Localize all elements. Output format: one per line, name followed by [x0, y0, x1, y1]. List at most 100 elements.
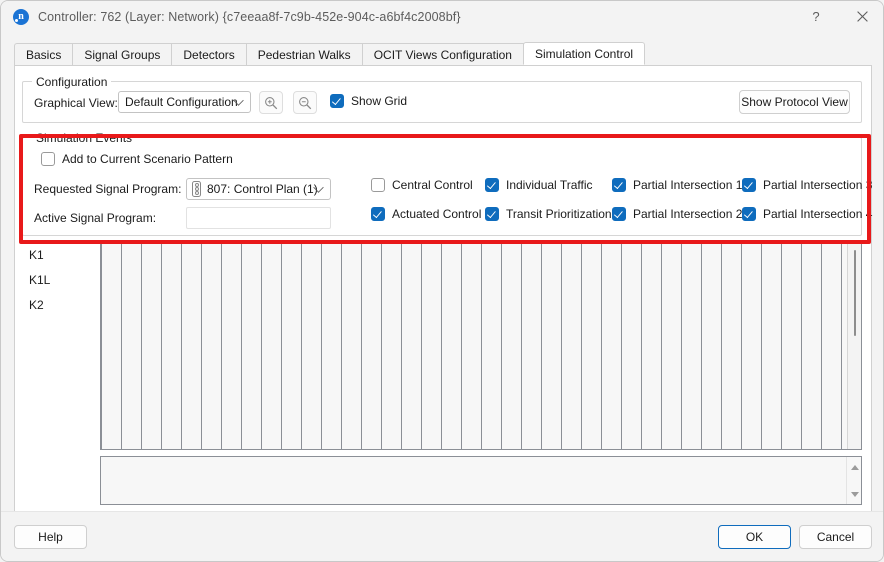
requested-signal-program-combo[interactable]: 807: Control Plan (1)	[186, 178, 331, 200]
simulation-events-group-legend: Simulation Events	[32, 131, 137, 145]
add-to-current-scenario-pattern-label: Add to Current Scenario Pattern	[62, 152, 233, 166]
requested-signal-program-value: 807: Control Plan (1)	[207, 182, 318, 196]
partial-intersection-1-checkbox[interactable]: Partial Intersection 1	[612, 178, 742, 192]
individual-traffic-label: Individual Traffic	[506, 178, 593, 192]
simulation-control-tab-page: Configuration Graphical View: Default Co…	[14, 65, 872, 512]
check-icon	[614, 179, 623, 189]
active-signal-program-label: Active Signal Program:	[34, 211, 157, 225]
title-bar: n Controller: 762 (Layer: Network) {c7ee…	[1, 1, 883, 33]
individual-traffic-checkbox[interactable]: Individual Traffic	[485, 178, 593, 192]
signal-group-name: K1	[29, 248, 44, 262]
check-icon	[744, 208, 753, 218]
signal-group-name: K1L	[29, 273, 51, 287]
dialog-footer: Help OK Cancel	[1, 511, 883, 561]
active-signal-program-value	[187, 208, 330, 214]
app-icon-letter: n	[18, 11, 24, 22]
tab-label: Simulation Control	[534, 46, 634, 61]
ok-button-label: OK	[745, 530, 764, 544]
graphical-view-combo[interactable]: Default Configuration	[118, 91, 251, 113]
check-icon	[487, 179, 496, 189]
requested-signal-program-label: Requested Signal Program:	[34, 182, 182, 196]
active-signal-program-field[interactable]	[186, 207, 331, 229]
question-mark-icon: ?	[812, 9, 820, 24]
controller-dialog-window: n Controller: 762 (Layer: Network) {c7ee…	[0, 0, 884, 562]
partial-intersection-2-label: Partial Intersection 2	[633, 207, 743, 221]
checkbox-box	[371, 178, 385, 192]
tab-label: OCIT Views Configuration	[373, 47, 512, 62]
tab-simulation-control[interactable]: Simulation Control	[522, 42, 646, 65]
central-control-label: Central Control	[392, 178, 473, 192]
ok-button[interactable]: OK	[718, 525, 791, 549]
scroll-up-button[interactable]	[847, 459, 862, 475]
show-grid-checkbox[interactable]: Show Grid	[330, 94, 407, 108]
tab-ocit-views-configuration[interactable]: OCIT Views Configuration	[361, 43, 524, 65]
configuration-group: Configuration Graphical View: Default Co…	[22, 75, 862, 123]
help-button[interactable]: Help	[14, 525, 87, 549]
grid-lines	[101, 244, 861, 449]
grid-vertical-scrollbar[interactable]	[847, 244, 861, 449]
tab-label: Basics	[26, 47, 62, 62]
scroll-down-button[interactable]	[847, 486, 862, 502]
check-icon	[614, 208, 623, 218]
zoom-in-button[interactable]	[259, 91, 283, 114]
actuated-control-checkbox[interactable]: Actuated Control	[371, 207, 481, 221]
checkbox-box	[41, 152, 55, 166]
cancel-button-label: Cancel	[816, 530, 855, 544]
checkbox-box	[612, 178, 626, 192]
tab-signal-groups[interactable]: Signal Groups	[72, 43, 172, 65]
magnifier-plus-icon	[265, 96, 278, 109]
partial-intersection-4-label: Partial Intersection 4	[763, 207, 873, 221]
signal-detail-panel[interactable]	[100, 456, 862, 505]
check-icon	[487, 208, 496, 218]
magnifier-minus-icon	[299, 96, 312, 109]
partial-intersection-3-checkbox[interactable]: Partial Intersection 3	[742, 178, 872, 192]
show-grid-label: Show Grid	[351, 94, 408, 108]
configuration-group-legend: Configuration	[32, 75, 112, 89]
graphical-view-value: Default Configuration	[125, 95, 238, 109]
partial-intersection-3-label: Partial Intersection 3	[763, 178, 873, 192]
check-icon	[332, 95, 341, 105]
checkbox-box	[742, 178, 756, 192]
show-protocol-view-button[interactable]: Show Protocol View	[739, 90, 850, 114]
titlebar-help-button[interactable]: ?	[793, 1, 839, 32]
traffic-light-icon	[192, 181, 201, 197]
checkbox-box	[330, 94, 344, 108]
simulation-events-group: Simulation Events Add to Current Scenari…	[22, 131, 872, 236]
zoom-out-button[interactable]	[293, 91, 317, 114]
close-icon	[856, 11, 868, 22]
triangle-down-icon	[850, 491, 859, 497]
transit-prioritization-checkbox[interactable]: Transit Prioritization	[485, 207, 612, 221]
detail-panel-scrollbar[interactable]	[846, 457, 861, 504]
checkbox-box	[485, 178, 499, 192]
tab-basics[interactable]: Basics	[14, 43, 73, 65]
signal-group-name-column: K1 K1L K2	[22, 243, 93, 450]
tab-label: Detectors	[183, 47, 235, 62]
signal-program-chart: K1 K1L K2	[22, 243, 862, 505]
tab-detectors[interactable]: Detectors	[171, 43, 246, 65]
partial-intersection-4-checkbox[interactable]: Partial Intersection 4	[742, 207, 872, 221]
window-title: Controller: 762 (Layer: Network) {c7eeaa…	[38, 10, 461, 24]
app-icon: n	[13, 9, 29, 25]
checkbox-box	[612, 207, 626, 221]
checkbox-box	[742, 207, 756, 221]
signal-timing-grid[interactable]	[100, 243, 862, 450]
tab-label: Signal Groups	[84, 47, 161, 62]
tab-pedestrian-walks[interactable]: Pedestrian Walks	[245, 43, 362, 65]
tab-label: Pedestrian Walks	[257, 47, 351, 62]
partial-intersection-2-checkbox[interactable]: Partial Intersection 2	[612, 207, 742, 221]
signal-group-name: K2	[29, 298, 44, 312]
partial-intersection-1-label: Partial Intersection 1	[633, 178, 743, 192]
tab-strip: Basics Signal Groups Detectors Pedestria…	[14, 42, 646, 65]
cancel-button[interactable]: Cancel	[799, 525, 872, 549]
help-button-label: Help	[38, 530, 63, 544]
scrollbar-thumb[interactable]	[854, 250, 856, 336]
titlebar-close-button[interactable]	[839, 1, 883, 32]
triangle-up-icon	[850, 464, 859, 470]
app-icon-dot	[15, 19, 18, 22]
show-protocol-view-label: Show Protocol View	[741, 95, 848, 109]
check-icon	[373, 208, 382, 218]
central-control-checkbox[interactable]: Central Control	[371, 178, 473, 192]
add-to-current-scenario-pattern-checkbox[interactable]: Add to Current Scenario Pattern	[41, 152, 233, 166]
transit-prioritization-label: Transit Prioritization	[506, 207, 612, 221]
checkbox-box	[371, 207, 385, 221]
